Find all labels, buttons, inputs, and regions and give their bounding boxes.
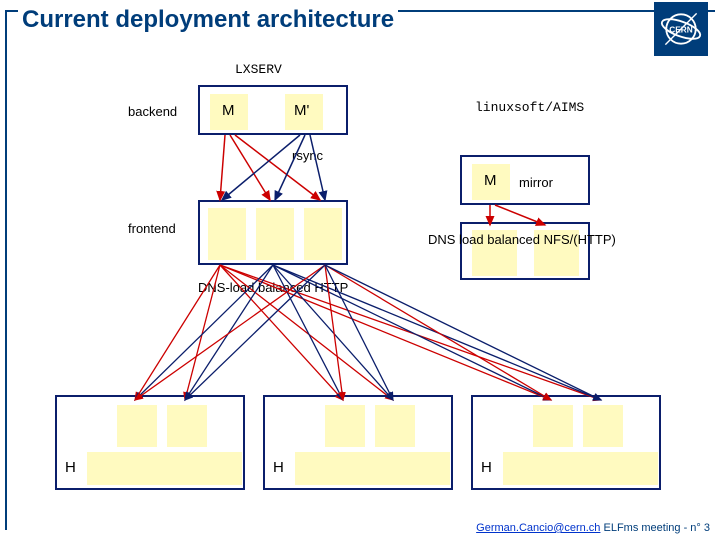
client3-node-b — [583, 405, 623, 447]
linuxsoft-frontend-box — [460, 222, 590, 280]
node-Mprime-label: M' — [294, 102, 309, 119]
client3-node-a — [533, 405, 573, 447]
client-box-3: H — [471, 395, 661, 490]
mirror-label: mirror — [519, 175, 553, 190]
lxserv-frontend-node-2 — [256, 208, 294, 260]
client1-bar — [87, 452, 242, 485]
client2-node-b — [375, 405, 415, 447]
client3-H: H — [481, 459, 492, 476]
rsync-label: rsync — [292, 148, 323, 163]
client-box-1: H — [55, 395, 245, 490]
backend-label: backend — [128, 104, 177, 119]
client-box-2: H — [263, 395, 453, 490]
lxserv-label: LXSERV — [235, 62, 282, 77]
footer-email-link[interactable]: German.Cancio@cern.ch — [476, 522, 600, 534]
client1-H: H — [65, 459, 76, 476]
svg-text:CERN: CERN — [669, 26, 692, 35]
client3-bar — [503, 452, 658, 485]
cern-logo: CERN — [654, 2, 708, 56]
client1-node-b — [167, 405, 207, 447]
frontend-label: frontend — [128, 221, 176, 236]
node-mirror-M-label: M — [484, 172, 497, 189]
lxserv-frontend-box — [198, 200, 348, 265]
slide-border-left — [5, 10, 7, 530]
linuxsoft-label: linuxsoft/AIMS — [475, 100, 584, 115]
page-title: Current deployment architecture — [18, 6, 398, 34]
footer-rest: ELFms meeting - n° 3 — [600, 522, 710, 534]
linuxsoft-backend-box: M mirror — [460, 155, 590, 205]
node-M-label: M — [222, 102, 235, 119]
dns-nfs-label: DNS load balanced NFS/(HTTP) — [428, 232, 616, 247]
lxserv-frontend-node-3 — [304, 208, 342, 260]
client1-node-a — [117, 405, 157, 447]
lxserv-backend-box: M M' — [198, 85, 348, 135]
client2-node-a — [325, 405, 365, 447]
client2-bar — [295, 452, 450, 485]
lxserv-frontend-node-1 — [208, 208, 246, 260]
dns-http-label: DNS-load balanced HTTP — [198, 280, 348, 295]
client2-H: H — [273, 459, 284, 476]
footer: German.Cancio@cern.ch ELFms meeting - n°… — [476, 522, 710, 534]
